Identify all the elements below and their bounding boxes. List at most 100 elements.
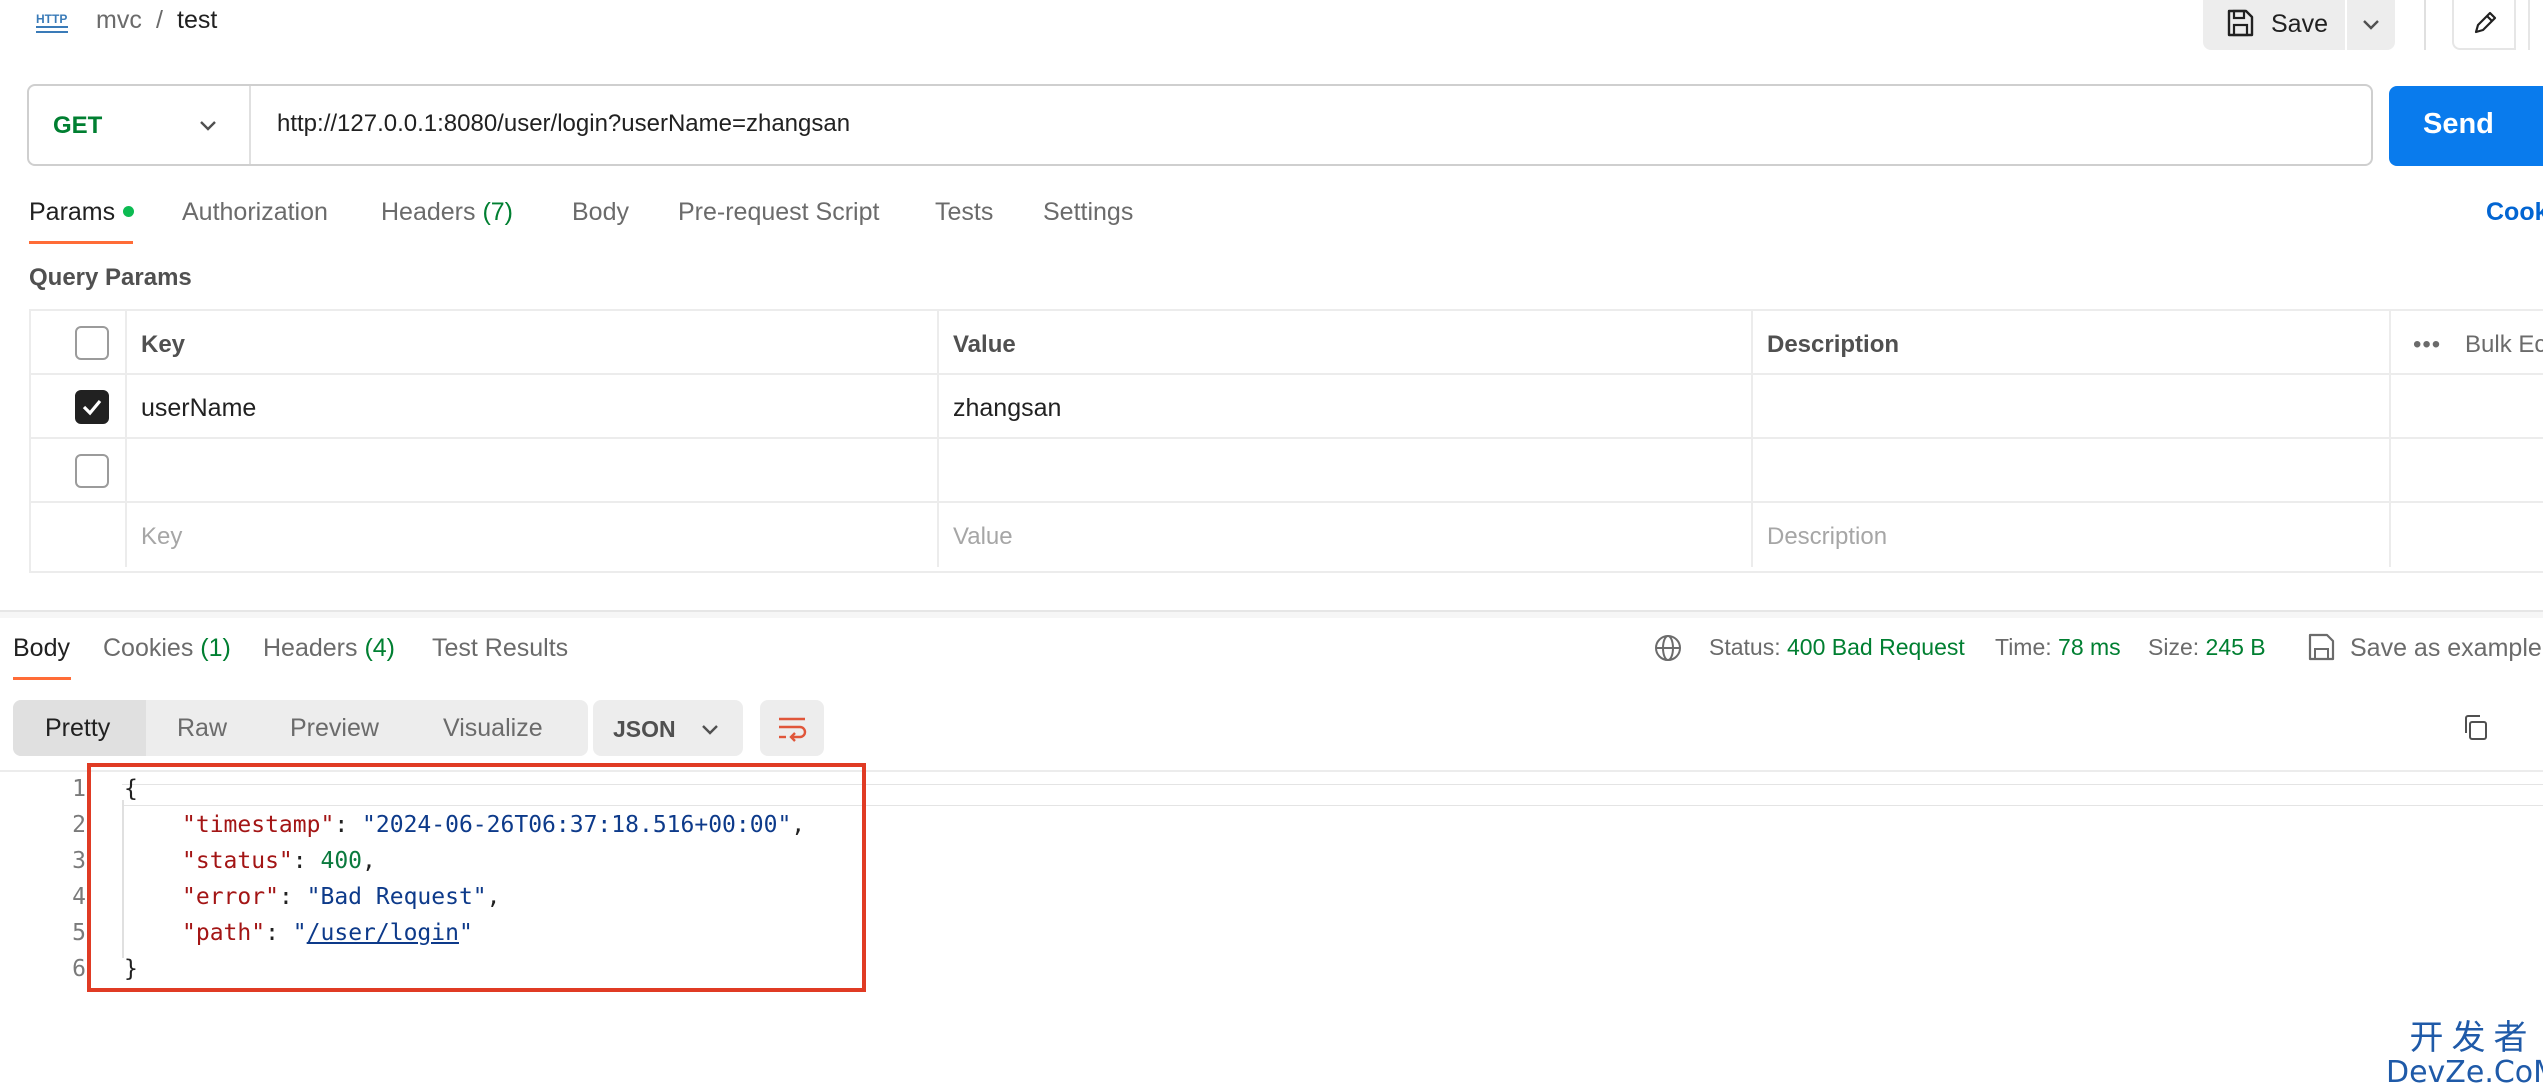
bulk-edit-label: Bulk Ec xyxy=(2465,331,2543,358)
size-label: Size: xyxy=(2148,634,2200,660)
row-actions-cell xyxy=(2389,439,2543,503)
status-value[interactable]: 400 Bad Request xyxy=(1787,634,1965,660)
url-input[interactable] xyxy=(277,110,2277,138)
pencil-icon xyxy=(2474,11,2497,34)
response-status: Status: 400 Bad Request xyxy=(1709,634,1965,661)
tab-authorization[interactable]: Authorization xyxy=(182,198,328,227)
row-actions-cell xyxy=(2389,375,2543,439)
chevron-down-icon xyxy=(2363,20,2379,30)
view-preview[interactable]: Preview xyxy=(290,700,379,756)
row-checkbox[interactable] xyxy=(75,390,109,424)
response-tab-headers-label: Headers xyxy=(263,634,358,662)
send-button[interactable]: Send xyxy=(2389,86,2543,166)
bulk-edit-button[interactable]: ••• Bulk Ec xyxy=(2389,311,2543,375)
response-tab-body[interactable]: Body xyxy=(13,634,70,663)
response-tab-cookies-label: Cookies xyxy=(103,634,194,662)
line-number: 6 xyxy=(72,956,86,982)
row-checkbox[interactable] xyxy=(75,454,109,488)
status-label: Status: xyxy=(1709,634,1781,660)
copy-icon[interactable] xyxy=(2460,712,2492,749)
tab-settings[interactable]: Settings xyxy=(1043,198,1133,227)
svg-text:HTTP: HTTP xyxy=(36,12,67,26)
new-value-input[interactable]: Value xyxy=(953,523,1013,551)
method-select[interactable]: GET xyxy=(29,86,249,164)
method-label: GET xyxy=(53,112,103,139)
save-options-dropdown[interactable] xyxy=(2347,0,2395,50)
breadcrumb-current[interactable]: test xyxy=(177,6,217,35)
time-value[interactable]: 78 ms xyxy=(2058,634,2121,660)
param-value[interactable]: zhangsan xyxy=(953,394,1061,423)
query-params-title: Query Params xyxy=(29,264,192,291)
response-tab-indicator xyxy=(13,677,71,680)
column-header-value: Value xyxy=(953,331,1016,358)
time-label: Time: xyxy=(1995,634,2052,660)
response-tab-test-results[interactable]: Test Results xyxy=(432,634,568,663)
param-key[interactable]: userName xyxy=(141,394,256,423)
tab-params-label: Params xyxy=(29,198,116,226)
view-raw[interactable]: Raw xyxy=(177,700,227,756)
params-active-dot xyxy=(123,205,135,217)
tab-active-indicator xyxy=(29,241,133,244)
documentation-button[interactable] xyxy=(2528,0,2543,50)
tab-headers-count: (7) xyxy=(482,198,514,226)
line-number: 4 xyxy=(72,884,86,910)
save-label: Save xyxy=(2271,10,2328,38)
response-size: Size: 245 B xyxy=(2148,634,2266,661)
wrap-lines-button[interactable] xyxy=(760,700,824,756)
response-time: Time: 78 ms xyxy=(1995,634,2121,661)
line-number: 3 xyxy=(72,848,86,874)
save-as-example-button[interactable]: Save as example xyxy=(2350,634,2542,663)
new-key-input[interactable]: Key xyxy=(141,523,182,551)
response-tab-headers[interactable]: Headers (4) xyxy=(263,634,395,663)
tab-headers[interactable]: Headers (7) xyxy=(381,198,513,227)
toolbar-divider xyxy=(2424,0,2426,50)
checkmark-icon xyxy=(82,399,102,416)
table-header-row: Key Value Description ••• Bulk Ec xyxy=(31,311,2543,375)
send-label: Send xyxy=(2423,108,2494,140)
watermark-logo: 开发者 DevZe.CoM xyxy=(2386,1010,2543,1090)
view-visualize[interactable]: Visualize xyxy=(443,700,543,756)
request-url-bar: GET xyxy=(27,84,2373,166)
new-description-input[interactable]: Description xyxy=(1767,523,1887,551)
response-format-select[interactable]: JSON xyxy=(593,700,743,756)
column-header-key: Key xyxy=(141,331,186,358)
response-tab-cookies[interactable]: Cookies (1) xyxy=(103,634,231,663)
edit-button[interactable] xyxy=(2452,0,2516,50)
table-row: userName zhangsan xyxy=(31,375,2543,439)
response-tab-cookies-count: (1) xyxy=(200,634,231,662)
response-view-mode: Pretty Raw Preview Visualize xyxy=(13,700,588,756)
tab-headers-label: Headers xyxy=(381,198,476,226)
size-value[interactable]: 245 B xyxy=(2206,634,2266,660)
http-request-icon: HTTP xyxy=(34,7,74,35)
tab-pre-request-script[interactable]: Pre-request Script xyxy=(678,198,879,227)
annotation-highlight-box xyxy=(87,763,866,992)
table-row-new: Key Value Description xyxy=(31,503,2543,567)
tab-tests[interactable]: Tests xyxy=(935,198,993,227)
watermark-cn: 开发者 xyxy=(2409,1018,2536,1058)
cookies-link[interactable]: Cook xyxy=(2486,198,2543,227)
line-number: 5 xyxy=(72,920,86,946)
more-options-icon[interactable]: ••• xyxy=(2413,331,2441,359)
tab-params[interactable]: Params xyxy=(29,198,135,227)
line-number: 1 xyxy=(72,776,86,802)
row-actions-cell xyxy=(2389,503,2543,567)
view-pretty[interactable]: Pretty xyxy=(13,700,147,756)
wrap-lines-icon xyxy=(779,717,807,742)
save-icon xyxy=(2225,8,2255,38)
breadcrumb-parent[interactable]: mvc xyxy=(96,6,142,35)
format-label: JSON xyxy=(613,716,676,742)
url-divider xyxy=(249,86,251,164)
line-number: 2 xyxy=(72,812,86,838)
save-icon xyxy=(2306,632,2336,667)
watermark-en: DevZe.CoM xyxy=(2386,1055,2543,1090)
chevron-down-icon xyxy=(702,725,718,735)
globe-icon[interactable] xyxy=(1652,632,1684,669)
save-button[interactable]: Save xyxy=(2203,0,2345,50)
select-all-checkbox[interactable] xyxy=(75,326,109,360)
column-header-description: Description xyxy=(1767,331,1900,358)
tab-body[interactable]: Body xyxy=(572,198,629,227)
breadcrumb-separator: / xyxy=(156,6,163,34)
pane-splitter[interactable] xyxy=(0,610,2543,618)
table-row xyxy=(31,439,2543,503)
query-params-table: Key Value Description ••• Bulk Ec userNa… xyxy=(29,309,2543,573)
